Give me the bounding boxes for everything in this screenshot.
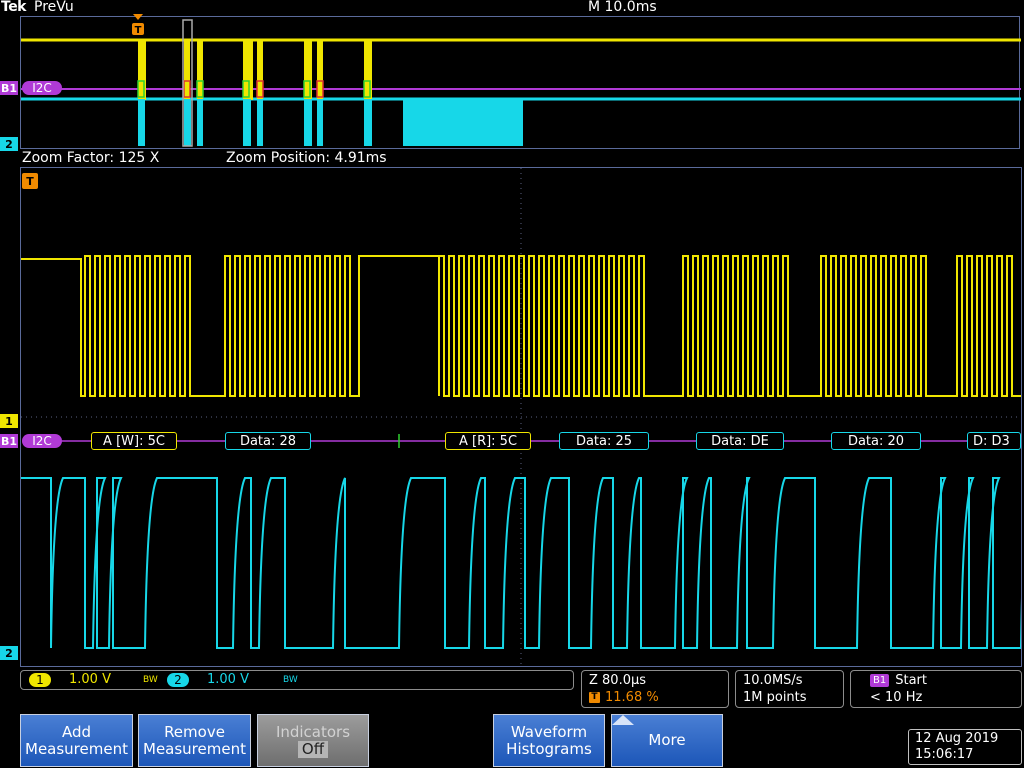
overview-ch2-marker[interactable]: 2 [0,137,18,151]
timebase-readout[interactable]: M 10.0ms [588,0,657,15]
top-status-bar [0,0,1024,16]
trigger-position-icon: T [589,692,600,703]
overview-waveform-panel[interactable] [20,16,1021,149]
overview-waveform-svg [21,19,1021,147]
sample-rate: 10.0MS/s [743,673,803,688]
date-label: 12 Aug 2019 [915,731,999,746]
main-trigger-marker: T [22,173,38,189]
ch1-indicator[interactable]: 1 [29,673,51,687]
zoom-waveform-panel[interactable]: A [W]: 5C Data: 28 A [R]: 5C Data: 25 Da… [20,167,1022,667]
decode-packet-data[interactable]: Data: 20 [831,432,921,450]
record-length: 1M points [743,690,807,705]
overview-ch2-bursts [138,99,523,146]
decode-packet-data[interactable]: Data: 25 [559,432,649,450]
bus-marker[interactable]: B1 [0,434,18,448]
chevron-up-icon [612,715,634,725]
bus-trigger-condition: Start [895,673,927,688]
zoom-factor-label: Zoom Factor: 125 X [22,150,160,166]
svg-text:T: T [135,25,142,36]
zoom-waveform-svg [21,168,1021,666]
channel-status-strip[interactable]: 1 1.00 V BW 2 1.00 V BW [20,670,574,690]
trigger-position: 11.68 % [605,690,659,705]
ch2-bandwidth-icon: BW [283,675,298,685]
zoom-position-label: Zoom Position: 4.91ms [226,150,387,166]
ch2-ground-marker[interactable]: 2 [0,646,18,660]
tek-logo: Tek [1,0,27,15]
decode-packet-data[interactable]: Data: 28 [225,432,311,450]
bus-trigger-tag: B1 [870,674,890,687]
acquisition-mode: PreVu [34,0,74,15]
indicators-button[interactable]: Indicators Off [257,714,369,767]
overview-bus-marker[interactable]: B1 [0,81,18,95]
time-label: 15:06:17 [915,747,974,762]
more-button[interactable]: More [611,714,723,767]
overview-bus-label: I2C [22,81,62,95]
main-ch1-trace [21,255,1021,397]
horizontal-readout[interactable]: Z 80.0µs T 11.68 % [581,670,729,708]
overview-trigger-marker: T [131,14,145,36]
overview-ch1-bursts [138,40,372,100]
remove-measurement-button[interactable]: Remove Measurement [138,714,251,767]
waveform-histograms-button[interactable]: Waveform Histograms [493,714,605,767]
ch2-indicator[interactable]: 2 [167,673,189,687]
ch2-volts-per-div[interactable]: 1.00 V [207,672,249,687]
decode-packet-data[interactable]: Data: DE [696,432,784,450]
zoom-time-per-div: Z 80.0µs [589,673,647,688]
bus-label: I2C [22,434,62,448]
decode-packet-address-write[interactable]: A [W]: 5C [91,432,177,450]
trigger-readout[interactable]: B1 Start < 10 Hz [850,670,1022,708]
ch1-volts-per-div[interactable]: 1.00 V [69,672,111,687]
date-time-display: 12 Aug 2019 15:06:17 [908,729,1022,765]
add-measurement-button[interactable]: Add Measurement [20,714,133,767]
acquisition-readout[interactable]: 10.0MS/s 1M points [735,670,844,708]
ch1-bandwidth-icon: BW [143,675,158,685]
trigger-frequency: < 10 Hz [870,690,923,705]
graticule [21,168,1021,666]
decode-packet-data[interactable]: D: D3 [967,432,1021,450]
ch1-ground-marker[interactable]: 1 [0,414,18,428]
decode-packet-address-read[interactable]: A [R]: 5C [445,432,531,450]
